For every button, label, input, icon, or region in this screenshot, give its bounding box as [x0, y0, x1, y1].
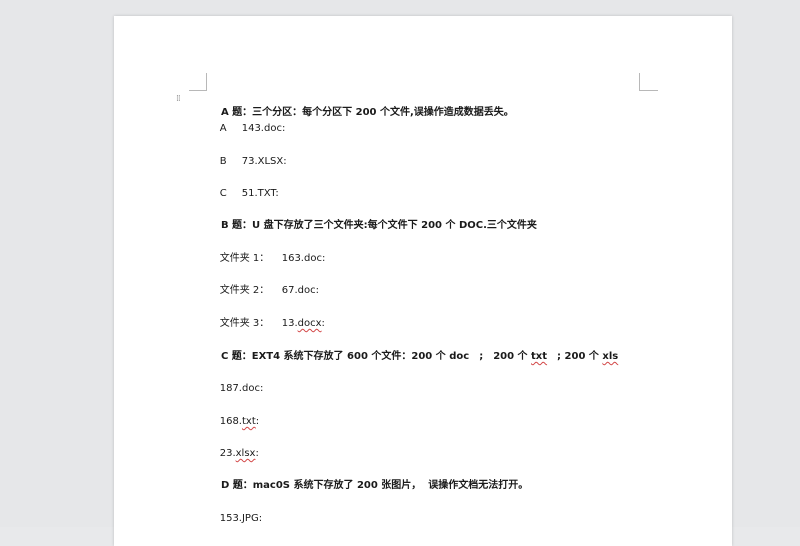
- drag-handle-icon[interactable]: ⁞⁞: [176, 94, 184, 104]
- option-label: B: [219, 156, 227, 167]
- file-entry-suffix: :: [255, 448, 259, 459]
- file-entry: 153.JPG:: [219, 513, 263, 524]
- spellcheck-word[interactable]: xlsx: [236, 448, 256, 459]
- option-label: C: [219, 188, 227, 199]
- question-d-item-1: 153.JPG:: [207, 498, 262, 540]
- option-value: 143.doc:: [241, 123, 286, 134]
- file-entry-prefix: 168.: [219, 416, 242, 427]
- folder-label: 文件夹 1：: [219, 253, 270, 264]
- question-c-title-prefix: C 题：EXT4 系统下存放了 600 个文件：200 个 doc ; 200 …: [220, 351, 532, 362]
- file-entry: 187.doc:: [219, 383, 264, 394]
- folder-value-suffix: :: [321, 318, 325, 329]
- question-d-title-text: D 题：mac0S 系统下存放了 200 张图片， 误操作文档无法打开。: [220, 480, 529, 491]
- option-value: 73.XLSX:: [241, 156, 287, 167]
- crop-mark-top-right: [639, 73, 640, 90]
- folder-value: 163.doc:: [281, 253, 326, 264]
- spellcheck-word[interactable]: txt: [242, 416, 256, 427]
- crop-mark-top-right-horizontal: [639, 90, 658, 91]
- option-value: 51.TXT:: [241, 188, 279, 199]
- document-workspace: ⁞⁞ A 题：三个分区：每个分区下 200 个文件,误操作造成数据丢失。 A 14…: [0, 0, 800, 546]
- crop-mark-top-left-horizontal: [189, 90, 206, 91]
- option-label: A: [219, 123, 227, 134]
- question-b-title-text: B 题：U 盘下存放了三个文件夹:每个文件下 200 个 DOC.三个文件夹: [220, 220, 537, 231]
- file-entry-prefix: 23.: [219, 448, 236, 459]
- spellcheck-word[interactable]: xls: [602, 351, 618, 362]
- spellcheck-word[interactable]: docx: [298, 318, 322, 329]
- spellcheck-word[interactable]: txt: [531, 351, 547, 362]
- folder-value: 67.doc:: [281, 285, 319, 296]
- folder-value-prefix: 13.: [281, 318, 298, 329]
- folder-label: 文件夹 2：: [219, 285, 270, 296]
- file-entry-suffix: :: [255, 416, 260, 427]
- question-c-title-middle: ; 200 个: [547, 351, 603, 362]
- crop-mark-top-left: [206, 73, 207, 91]
- question-c-title: C 题：EXT4 系统下存放了 600 个文件：200 个 doc ; 200 …: [207, 336, 618, 378]
- folder-label: 文件夹 3：: [219, 318, 270, 329]
